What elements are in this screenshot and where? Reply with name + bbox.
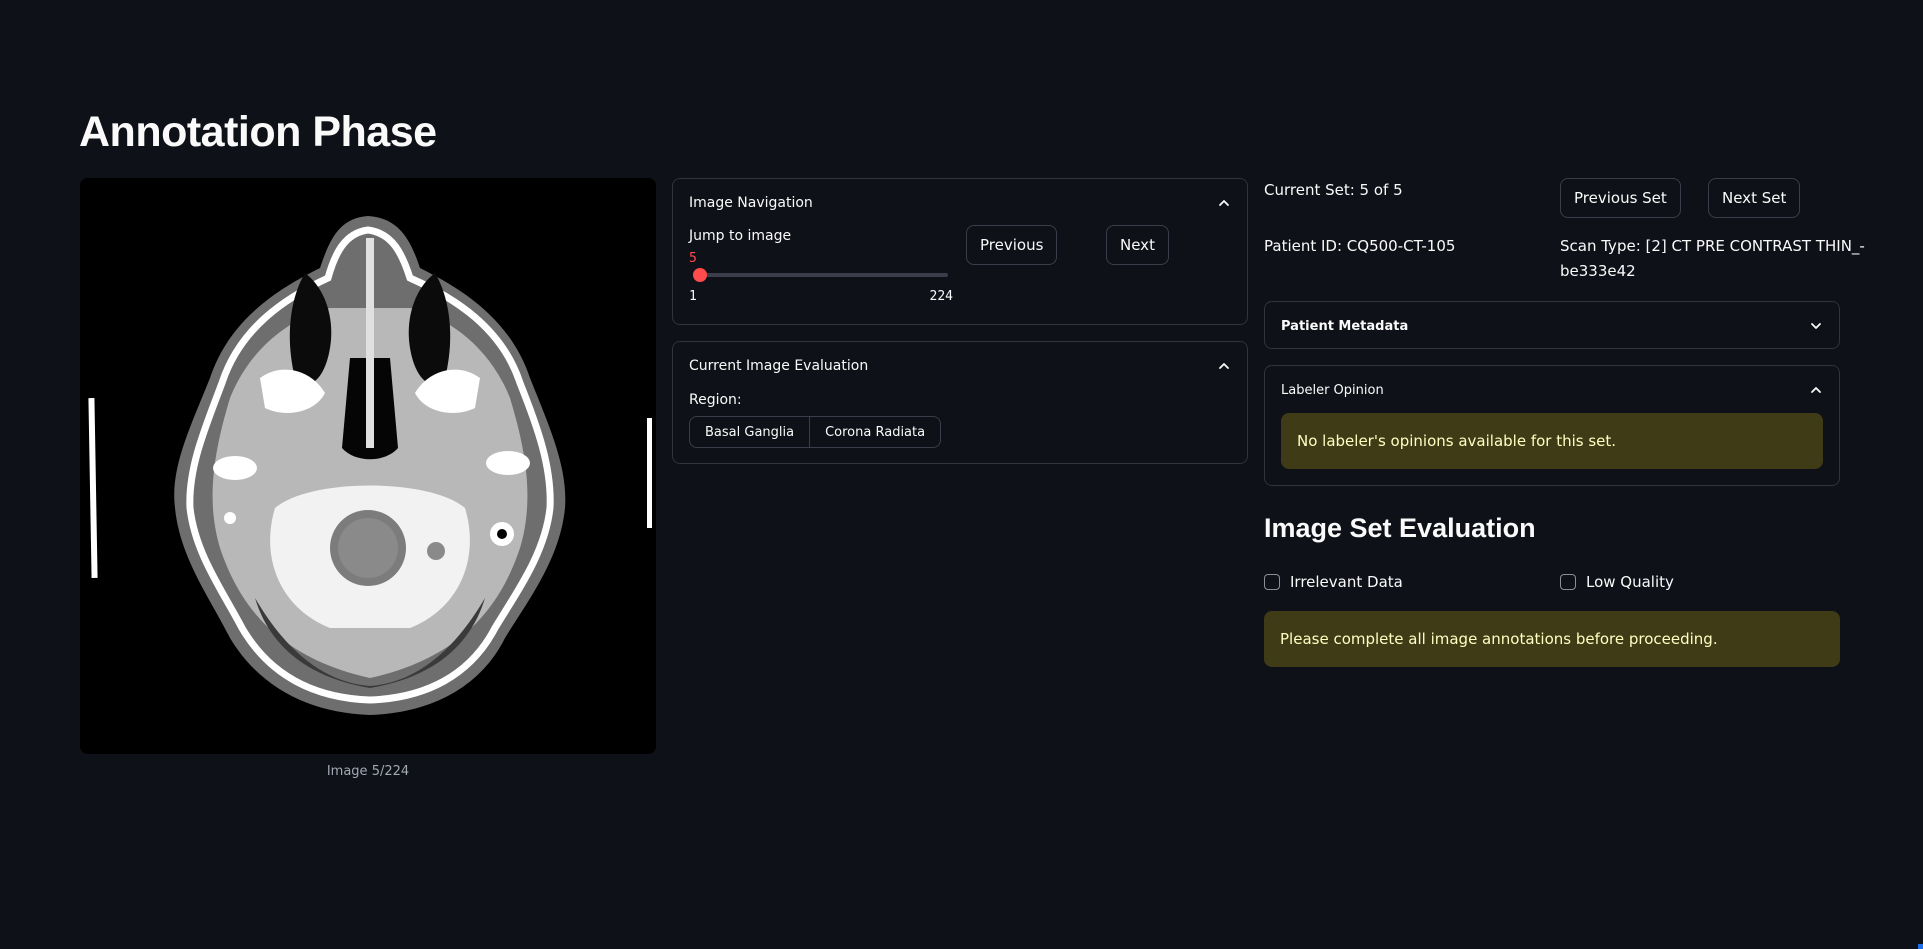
labeler-opinion-title: Labeler Opinion [1281, 382, 1384, 398]
slider-thumb[interactable] [692, 268, 707, 282]
current-image-evaluation-header[interactable]: Current Image Evaluation [689, 354, 1231, 378]
low-quality-checkbox[interactable]: Low Quality [1560, 573, 1674, 591]
next-set-button[interactable]: Next Set [1708, 178, 1801, 218]
checkbox-box[interactable] [1560, 574, 1576, 590]
image-navigation-expander: Image Navigation Jump to image 5 1 224 P… [672, 178, 1248, 325]
patient-metadata-title: Patient Metadata [1281, 318, 1409, 334]
page-title: Annotation Phase [79, 108, 437, 156]
labeler-opinion-alert: No labeler's opinions available for this… [1281, 413, 1823, 469]
chevron-down-icon [1809, 319, 1823, 333]
checkbox-box[interactable] [1264, 574, 1280, 590]
image-slider[interactable] [692, 268, 948, 282]
corner-indicator [1918, 944, 1923, 949]
scan-type-line-1: Scan Type: [2] CT PRE CONTRAST THIN_- [1560, 237, 1865, 255]
ct-scan-image [80, 178, 656, 754]
irrelevant-data-label: Irrelevant Data [1290, 573, 1403, 591]
labeler-opinion-header[interactable]: Labeler Opinion [1281, 378, 1823, 402]
patient-metadata-header[interactable]: Patient Metadata [1281, 314, 1823, 338]
slider-min-label: 1 [689, 289, 697, 304]
chevron-up-icon [1217, 196, 1231, 210]
region-pill-basal-ganglia[interactable]: Basal Ganglia [689, 416, 811, 448]
low-quality-label: Low Quality [1586, 573, 1674, 591]
image-caption: Image 5/224 [326, 764, 410, 779]
patient-metadata-expander[interactable]: Patient Metadata [1264, 301, 1840, 349]
slider-current-value: 5 [689, 251, 697, 266]
current-image-evaluation-title: Current Image Evaluation [689, 358, 869, 374]
current-set-text: Current Set: 5 of 5 [1264, 181, 1403, 199]
previous-image-button[interactable]: Previous [966, 225, 1058, 265]
region-label: Region: [689, 392, 742, 408]
irrelevant-data-checkbox[interactable]: Irrelevant Data [1264, 573, 1403, 591]
image-navigation-title: Image Navigation [689, 195, 813, 211]
image-navigation-header[interactable]: Image Navigation [689, 191, 1231, 215]
scan-type-text: Scan Type: [2] CT PRE CONTRAST THIN_- be… [1560, 234, 1865, 284]
scan-type-line-2: be333e42 [1560, 262, 1636, 280]
region-pill-corona-radiata[interactable]: Corona Radiata [810, 416, 942, 448]
patient-id-text: Patient ID: CQ500-CT-105 [1264, 237, 1456, 255]
region-pill-group: Basal Ganglia Corona Radiata [689, 416, 942, 448]
chevron-up-icon [1809, 383, 1823, 397]
slider-max-label: 224 [929, 289, 953, 304]
labeler-opinion-expander: Labeler Opinion No labeler's opinions av… [1264, 365, 1840, 486]
next-image-button[interactable]: Next [1106, 225, 1169, 265]
incomplete-annotations-warning: Please complete all image annotations be… [1264, 611, 1840, 667]
jump-to-image-label: Jump to image [689, 228, 792, 244]
chevron-up-icon [1217, 359, 1231, 373]
image-set-evaluation-title: Image Set Evaluation [1264, 513, 1536, 543]
previous-set-button[interactable]: Previous Set [1560, 178, 1681, 218]
current-image-evaluation-expander: Current Image Evaluation Region: Basal G… [672, 341, 1248, 464]
